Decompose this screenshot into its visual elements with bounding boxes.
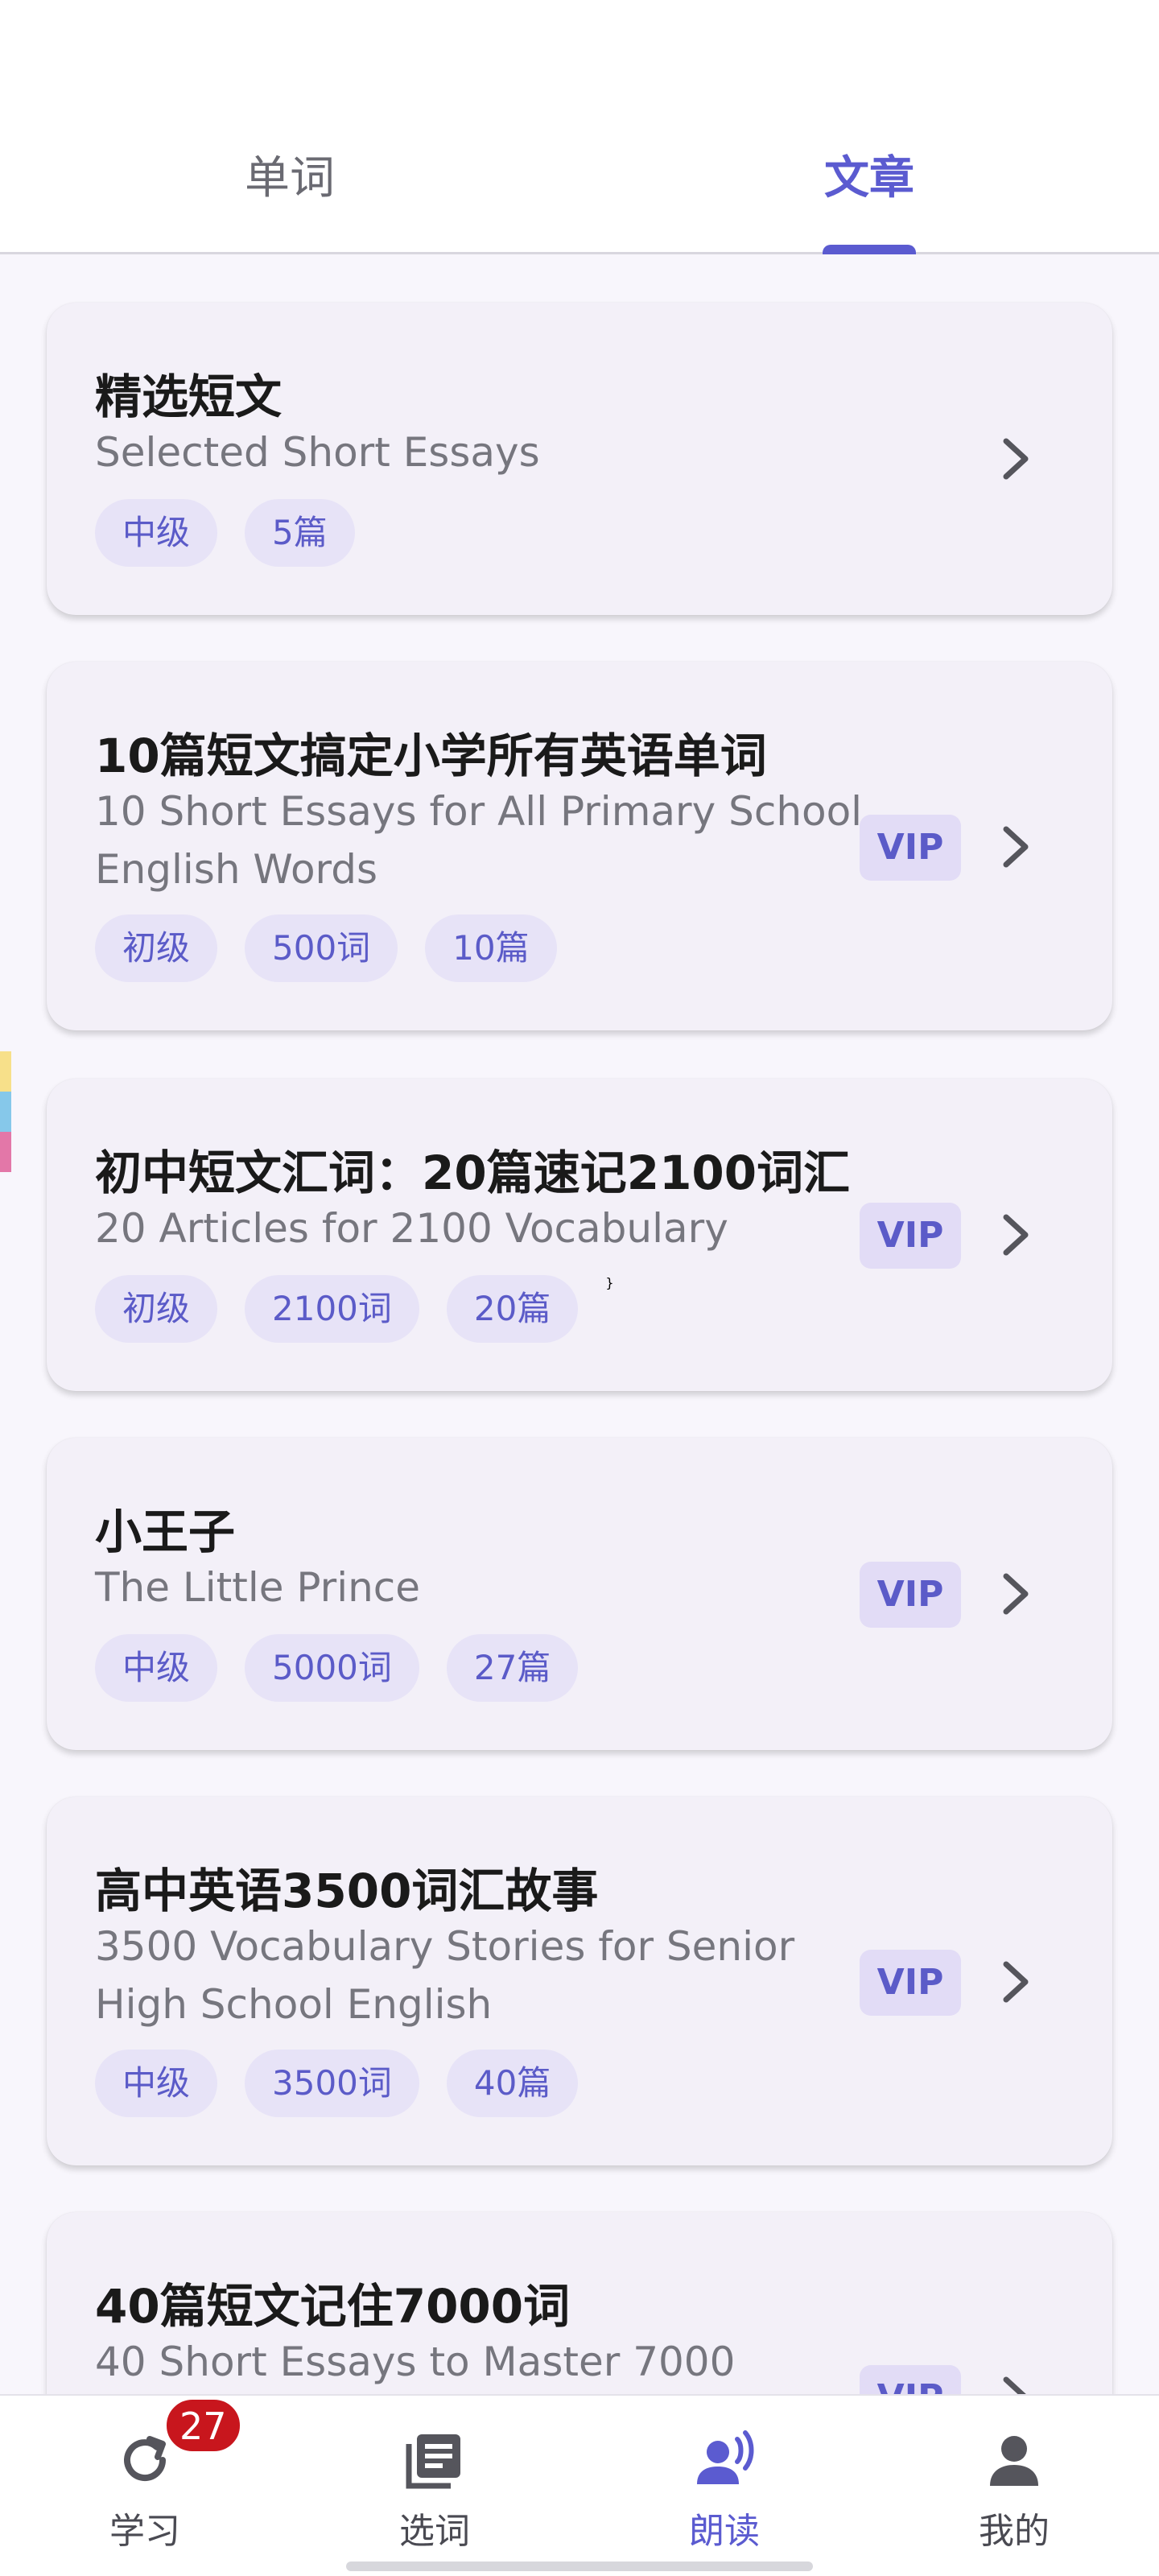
level-tag: 初级 xyxy=(95,1275,218,1343)
word-count-tag: 2100词 xyxy=(245,1275,419,1343)
tag-list: 初级 500词 10篇 xyxy=(95,914,557,982)
level-tag: 中级 xyxy=(95,1634,218,1702)
side-tab-pink[interactable] xyxy=(0,1132,11,1172)
article-title: 精选短文 xyxy=(95,369,283,424)
nav-label: 学习 xyxy=(109,2511,180,2552)
bottom-nav-bar: 学习 27 选词 朗读 我的 xyxy=(0,2394,1159,2576)
vip-badge: VIP xyxy=(860,815,961,881)
chevron-right-icon xyxy=(998,435,1035,483)
count-tag: 5篇 xyxy=(245,499,355,567)
word-count-tag: 500词 xyxy=(245,914,398,982)
tab-articles[interactable]: 文章 xyxy=(749,142,990,254)
nav-label: 选词 xyxy=(399,2511,470,2552)
article-title: 初中短文汇词：20篇速记2100词汇 xyxy=(95,1146,851,1200)
article-card[interactable]: 10篇短文搞定小学所有英语单词 10 Short Essays for All … xyxy=(47,662,1112,1030)
notification-badge: 27 xyxy=(164,2397,242,2454)
side-tab-blue[interactable] xyxy=(0,1092,11,1132)
nav-label: 我的 xyxy=(979,2511,1050,2552)
nav-item-select-words[interactable]: 选词 xyxy=(354,2428,515,2553)
count-tag: 10篇 xyxy=(425,914,557,982)
level-tag: 初级 xyxy=(95,914,218,982)
vip-badge: VIP xyxy=(860,1203,961,1269)
count-tag: 27篇 xyxy=(446,1634,579,1702)
active-tab-indicator xyxy=(823,245,916,254)
article-title: 小王子 xyxy=(95,1505,236,1559)
nav-item-read-aloud[interactable]: 朗读 xyxy=(644,2428,805,2553)
article-title: 40篇短文记住7000词 xyxy=(95,2279,571,2334)
count-tag: 40篇 xyxy=(446,2050,579,2117)
level-tag: 中级 xyxy=(95,2050,218,2117)
chevron-right-icon xyxy=(998,1570,1035,1618)
nav-label: 朗读 xyxy=(689,2511,760,2552)
article-subtitle: 20 Articles for 2100 Vocabulary xyxy=(95,1205,728,1252)
article-title: 高中英语3500词汇故事 xyxy=(95,1864,599,1918)
top-tab-bar: 单词 文章 xyxy=(0,0,1159,254)
article-subtitle: 10 Short Essays for All Primary School E… xyxy=(95,788,863,893)
tag-list: 中级 5000词 27篇 xyxy=(95,1634,579,1702)
chevron-right-icon xyxy=(998,1211,1035,1259)
tag-list: 中级 3500词 40篇 xyxy=(95,2050,579,2117)
count-tag: 20篇 xyxy=(446,1275,579,1343)
nav-item-study[interactable]: 学习 27 xyxy=(64,2397,242,2553)
article-title: 10篇短文搞定小学所有英语单词 xyxy=(95,729,767,783)
article-card[interactable]: 精选短文 Selected Short Essays 中级 5篇 xyxy=(47,303,1112,615)
vip-badge: VIP xyxy=(860,1950,961,2016)
article-card[interactable]: 小王子 The Little Prince 中级 5000词 27篇 VIP xyxy=(47,1438,1112,1750)
tab-words[interactable]: 单词 xyxy=(169,142,410,254)
article-subtitle: 3500 Vocabulary Stories for Senior High … xyxy=(95,1923,795,2028)
chevron-right-icon xyxy=(998,1958,1035,2006)
nav-item-profile[interactable]: 我的 xyxy=(934,2428,1095,2553)
level-tag: 中级 xyxy=(95,499,218,567)
article-subtitle: Selected Short Essays xyxy=(95,429,540,476)
word-count-tag: 3500词 xyxy=(245,2050,419,2117)
person-icon xyxy=(990,2436,1038,2486)
tag-list: 中级 5篇 xyxy=(95,499,355,567)
article-subtitle: 40 Short Essays to Master 7000 xyxy=(95,2339,736,2385)
article-card[interactable]: 高中英语3500词汇故事 3500 Vocabulary Stories for… xyxy=(47,1797,1112,2165)
chevron-right-icon xyxy=(998,823,1035,871)
article-subtitle: The Little Prince xyxy=(95,1564,421,1611)
speaking-person-icon xyxy=(697,2430,754,2484)
word-count-tag: 5000词 xyxy=(245,1634,419,1702)
tag-list: 初级 2100词 20篇 } xyxy=(95,1275,614,1343)
article-card[interactable]: 初中短文汇词：20篇速记2100词汇 20 Articles for 2100 … xyxy=(47,1079,1112,1391)
side-tab-yellow[interactable] xyxy=(0,1051,11,1092)
book-list-icon xyxy=(406,2434,460,2489)
vip-badge: VIP xyxy=(860,1562,961,1628)
home-indicator[interactable] xyxy=(346,2562,813,2571)
